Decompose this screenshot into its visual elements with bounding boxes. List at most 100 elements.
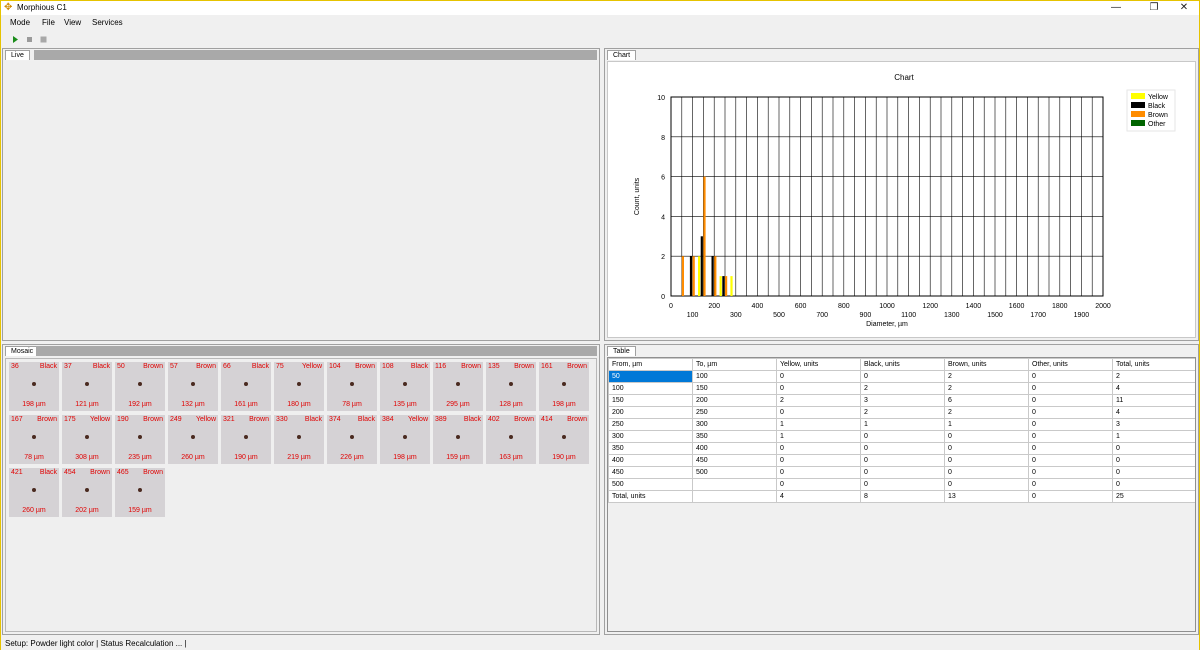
mosaic-tile[interactable]: 384 Yellow 198 µm — [380, 415, 430, 464]
mosaic-tile[interactable]: 402 Brown 163 µm — [486, 415, 536, 464]
minimize-button[interactable]: — — [1101, 1, 1131, 15]
mosaic-tile[interactable]: 321 Brown 190 µm — [221, 415, 271, 464]
table-cell[interactable]: 2 — [944, 406, 1029, 419]
column-header[interactable]: Black, units — [860, 358, 945, 371]
table-cell[interactable]: 0 — [776, 370, 861, 383]
mosaic-tile[interactable]: 75 Yellow 180 µm — [274, 362, 324, 411]
column-header[interactable]: From, µm — [608, 358, 693, 371]
mosaic-tile[interactable]: 104 Brown 78 µm — [327, 362, 377, 411]
table-cell[interactable]: 2 — [944, 382, 1029, 395]
table-cell[interactable]: 25 — [1112, 490, 1195, 503]
table-row[interactable]: 100 150 0 2 2 0 4 — [608, 382, 1195, 395]
table-cell[interactable]: 0 — [776, 442, 861, 455]
table-cell[interactable]: 4 — [776, 490, 861, 503]
table-cell[interactable] — [692, 490, 777, 503]
table-row[interactable]: 450 500 0 0 0 0 0 — [608, 466, 1195, 479]
table-cell[interactable]: 0 — [944, 466, 1029, 479]
mosaic-tile[interactable]: 414 Brown 190 µm — [539, 415, 589, 464]
mosaic-tile[interactable]: 421 Black 260 µm — [9, 468, 59, 517]
table-cell[interactable] — [692, 478, 777, 491]
table-cell[interactable]: 250 — [692, 406, 777, 419]
column-header[interactable]: Total, units — [1112, 358, 1195, 371]
menu-file[interactable]: File — [42, 18, 55, 28]
mosaic-tile[interactable]: 66 Black 161 µm — [221, 362, 271, 411]
table-cell[interactable]: 100 — [692, 370, 777, 383]
tab-mosaic[interactable]: Mosaic — [5, 346, 40, 356]
table-row[interactable]: 400 450 0 0 0 0 0 — [608, 454, 1195, 467]
menu-view[interactable]: View — [64, 18, 81, 28]
table-cell[interactable]: 0 — [1028, 454, 1113, 467]
mosaic-tile[interactable]: 374 Black 226 µm — [327, 415, 377, 464]
tab-chart[interactable]: Chart — [607, 50, 637, 60]
table-cell[interactable]: 0 — [776, 406, 861, 419]
table-cell[interactable]: 350 — [608, 442, 693, 455]
pause-icon[interactable] — [25, 35, 34, 44]
title-bar[interactable]: ✥ Morphious C1 — ❐ ✕ — [1, 1, 1199, 15]
table-cell[interactable]: 100 — [608, 382, 693, 395]
table-cell[interactable]: 1 — [944, 418, 1029, 431]
table-cell[interactable]: 50 — [608, 370, 693, 383]
table-cell[interactable]: 2 — [860, 406, 945, 419]
table-cell[interactable]: 0 — [776, 466, 861, 479]
mosaic-tile[interactable]: 36 Black 198 µm — [9, 362, 59, 411]
mosaic-tile[interactable]: 116 Brown 295 µm — [433, 362, 483, 411]
mosaic-tile[interactable]: 389 Black 159 µm — [433, 415, 483, 464]
mosaic-tile[interactable]: 330 Black 219 µm — [274, 415, 324, 464]
table-cell[interactable]: 0 — [860, 430, 945, 443]
table-cell[interactable]: 0 — [944, 430, 1029, 443]
table-cell[interactable]: 2 — [776, 394, 861, 407]
table-cell[interactable]: 0 — [776, 478, 861, 491]
tab-table[interactable]: Table — [607, 346, 636, 356]
table-cell[interactable]: 0 — [1028, 430, 1113, 443]
menu-mode[interactable]: Mode — [10, 18, 30, 28]
table-cell[interactable]: 0 — [1112, 442, 1195, 455]
table-cell[interactable]: 3 — [860, 394, 945, 407]
table-cell[interactable]: 0 — [1028, 394, 1113, 407]
table-cell[interactable]: 500 — [608, 478, 693, 491]
table-cell[interactable]: 0 — [1112, 466, 1195, 479]
table-cell[interactable]: 0 — [944, 442, 1029, 455]
tab-live[interactable]: Live — [5, 50, 30, 60]
table-cell[interactable]: 0 — [776, 382, 861, 395]
column-header[interactable]: Brown, units — [944, 358, 1029, 371]
table-cell[interactable]: 4 — [1112, 382, 1195, 395]
mosaic-tile[interactable]: 135 Brown 128 µm — [486, 362, 536, 411]
table-cell[interactable]: 450 — [692, 454, 777, 467]
table-cell[interactable]: 0 — [776, 454, 861, 467]
play-icon[interactable] — [11, 35, 20, 44]
table-cell[interactable]: 0 — [1028, 382, 1113, 395]
table-cell[interactable]: 0 — [1112, 478, 1195, 491]
mosaic-tile[interactable]: 465 Brown 159 µm — [115, 468, 165, 517]
table-cell[interactable]: 0 — [1028, 370, 1113, 383]
table-cell[interactable]: 0 — [1112, 454, 1195, 467]
table-cell[interactable]: 0 — [860, 478, 945, 491]
table-cell[interactable]: 6 — [944, 394, 1029, 407]
table-cell[interactable]: 400 — [608, 454, 693, 467]
mosaic-tile[interactable]: 57 Brown 132 µm — [168, 362, 218, 411]
mosaic-tile[interactable]: 167 Brown 78 µm — [9, 415, 59, 464]
table-cell[interactable]: 1 — [776, 418, 861, 431]
table-cell[interactable]: 150 — [608, 394, 693, 407]
mosaic-tile[interactable]: 454 Brown 202 µm — [62, 468, 112, 517]
table-cell[interactable]: 2 — [860, 382, 945, 395]
table-cell[interactable]: 0 — [1028, 406, 1113, 419]
restore-button[interactable]: ❐ — [1139, 1, 1169, 15]
table-cell[interactable]: 0 — [1028, 466, 1113, 479]
table-cell[interactable]: 500 — [692, 466, 777, 479]
mosaic-tile[interactable]: 37 Black 121 µm — [62, 362, 112, 411]
table-cell[interactable]: 0 — [1028, 478, 1113, 491]
table-row[interactable]: 350 400 0 0 0 0 0 — [608, 442, 1195, 455]
column-header[interactable]: Yellow, units — [776, 358, 861, 371]
table-cell[interactable]: 1 — [1112, 430, 1195, 443]
column-header[interactable]: Other, units — [1028, 358, 1113, 371]
table-cell[interactable]: 0 — [1028, 442, 1113, 455]
table-cell[interactable]: 0 — [860, 442, 945, 455]
table-cell[interactable]: 0 — [860, 466, 945, 479]
mosaic-tile[interactable]: 175 Yellow 308 µm — [62, 415, 112, 464]
close-button[interactable]: ✕ — [1169, 1, 1199, 15]
table-cell[interactable]: 350 — [692, 430, 777, 443]
table-cell[interactable]: Total, units — [608, 490, 693, 503]
table-row[interactable]: 300 350 1 0 0 0 1 — [608, 430, 1195, 443]
table-cell[interactable]: 150 — [692, 382, 777, 395]
table-cell[interactable]: 11 — [1112, 394, 1195, 407]
